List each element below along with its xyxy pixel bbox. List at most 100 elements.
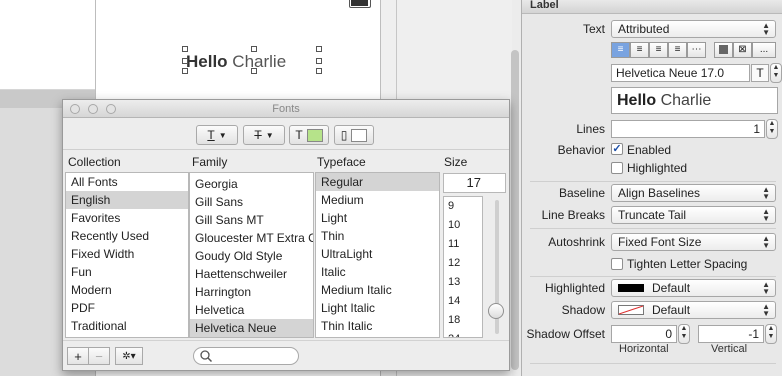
family-item[interactable]: Goudy Old Style: [190, 247, 313, 265]
size-item[interactable]: 9: [444, 197, 482, 216]
fonts-panel-titlebar[interactable]: Fonts: [63, 100, 509, 118]
tighten-spacing-checkbox[interactable]: [611, 258, 623, 270]
paragraph-color-button[interactable]: [714, 42, 733, 58]
typeface-item[interactable]: Regular: [316, 173, 439, 191]
family-list[interactable]: Georgia Gill Sans Gill Sans MT Gloucester M…: [189, 172, 314, 338]
resize-handle[interactable]: [182, 68, 188, 74]
size-item[interactable]: 13: [444, 273, 482, 292]
size-item[interactable]: 10: [444, 216, 482, 235]
collection-item[interactable]: Favorites: [66, 209, 188, 227]
line-breaks-popup[interactable]: Truncate Tail ▲ ▼: [611, 206, 776, 224]
resize-handle[interactable]: [251, 68, 257, 74]
resize-handle[interactable]: [251, 46, 257, 52]
size-field[interactable]: 17: [443, 173, 506, 193]
collection-item[interactable]: Fun: [66, 263, 188, 281]
family-item[interactable]: Helvetica: [190, 301, 313, 319]
shadow-horizontal-stepper[interactable]: ▲ ▼: [678, 324, 690, 344]
family-item[interactable]: Harrington: [190, 283, 313, 301]
gear-menu-button[interactable]: ✲▾: [115, 347, 143, 365]
shadow-vertical-stepper[interactable]: ▲ ▼: [765, 324, 777, 344]
typeface-header: Typeface: [317, 155, 366, 169]
typeface-item[interactable]: Italic: [316, 263, 439, 281]
resize-handle[interactable]: [316, 46, 322, 52]
popup-arrows-icon: ▲ ▼: [762, 234, 770, 250]
battery-icon: [349, 0, 371, 8]
align-justify-button[interactable]: ≡: [668, 42, 687, 58]
font-size-stepper[interactable]: ▲ ▼: [770, 63, 782, 83]
inspector-section-header[interactable]: Label: [522, 0, 782, 14]
size-slider-knob[interactable]: [488, 303, 504, 319]
selected-label[interactable]: Hello Charlie: [186, 52, 286, 72]
enabled-checkbox[interactable]: ✓: [611, 143, 623, 155]
family-item[interactable]: Gloucester MT Extra C: [190, 229, 313, 247]
size-item[interactable]: 18: [444, 311, 482, 330]
align-center-button[interactable]: ≡: [630, 42, 649, 58]
size-item[interactable]: 24: [444, 330, 482, 337]
lines-field[interactable]: 1: [611, 120, 765, 138]
canvas-scrollbar[interactable]: [511, 50, 519, 370]
typeface-item[interactable]: Medium Italic: [316, 281, 439, 299]
collection-list[interactable]: All Fonts English Favorites Recently Used Fi…: [65, 172, 189, 338]
resize-handle[interactable]: [182, 46, 188, 52]
autoshrink-popup[interactable]: Fixed Font Size ▲ ▼: [611, 233, 776, 251]
typeface-item[interactable]: Thin Italic: [316, 317, 439, 335]
collection-item[interactable]: Recently Used: [66, 227, 188, 245]
shadow-horizontal-field[interactable]: 0: [611, 325, 677, 343]
family-item[interactable]: Gill Sans MT: [190, 211, 313, 229]
resize-handle[interactable]: [316, 58, 322, 64]
divider: [530, 181, 776, 182]
strikethrough-menu-button[interactable]: T ▼: [243, 125, 285, 145]
text-color-button[interactable]: T: [289, 125, 329, 145]
highlighted-color-value: Default: [652, 281, 691, 295]
divider: [530, 363, 776, 364]
lines-stepper[interactable]: ▲ ▼: [766, 119, 778, 139]
highlight-color-button[interactable]: ⊠: [733, 42, 752, 58]
highlighted-color-popup[interactable]: Default ▲ ▼: [611, 279, 776, 297]
collection-item[interactable]: PDF: [66, 299, 188, 317]
preview-bold-text: Hello: [617, 92, 657, 109]
baseline-popup[interactable]: Align Baselines ▲ ▼: [611, 184, 776, 202]
size-item[interactable]: 12: [444, 254, 482, 273]
highlighted-checkbox[interactable]: [611, 162, 623, 174]
shadow-vertical-field[interactable]: -1: [698, 325, 764, 343]
resize-handle[interactable]: [182, 58, 188, 64]
align-left-button[interactable]: ≡: [611, 42, 630, 58]
size-item[interactable]: 14: [444, 292, 482, 311]
underline-menu-button[interactable]: T ▼: [196, 125, 238, 145]
typeface-item[interactable]: Medium: [316, 191, 439, 209]
collection-item[interactable]: All Fonts: [66, 173, 188, 191]
fonts-panel-title: Fonts: [272, 103, 300, 115]
collection-item[interactable]: English: [66, 191, 188, 209]
collection-item[interactable]: Fixed Width: [66, 245, 188, 263]
family-header: Family: [192, 155, 228, 169]
typeface-item[interactable]: UltraLight: [316, 245, 439, 263]
collection-item[interactable]: Traditional: [66, 317, 188, 335]
collection-item[interactable]: Modern: [66, 281, 188, 299]
size-item[interactable]: 11: [444, 235, 482, 254]
document-color-button[interactable]: ▯: [334, 125, 374, 145]
family-item[interactable]: Georgia: [190, 175, 313, 193]
shadow-color-popup[interactable]: Default ▲ ▼: [611, 301, 776, 319]
align-natural-button[interactable]: ⋯: [687, 42, 706, 58]
add-collection-button[interactable]: +: [67, 347, 89, 365]
family-item[interactable]: Gill Sans: [190, 193, 313, 211]
size-list[interactable]: 910111213141824: [443, 196, 483, 338]
typeface-list[interactable]: Regular Medium Light Thin UltraLight Italic Me…: [315, 172, 440, 338]
no-color-swatch-icon: [618, 305, 644, 315]
text-preview[interactable]: Hello Charlie: [611, 87, 778, 114]
typeface-item[interactable]: Light: [316, 209, 439, 227]
align-right-button[interactable]: ≡: [649, 42, 668, 58]
typeface-item[interactable]: Thin: [316, 227, 439, 245]
canvas-left-view: [0, 0, 95, 90]
typeface-item[interactable]: Light Italic: [316, 299, 439, 317]
font-search-field[interactable]: [193, 347, 299, 365]
resize-handle[interactable]: [316, 68, 322, 74]
preview-light-text: Charlie: [660, 92, 712, 109]
more-options-button[interactable]: ...: [752, 42, 776, 58]
text-type-popup[interactable]: Attributed ▲ ▼: [611, 20, 776, 38]
family-item[interactable]: Helvetica Neue: [190, 319, 313, 337]
font-picker-icon[interactable]: T: [751, 64, 769, 82]
remove-collection-button[interactable]: −: [88, 347, 110, 365]
font-field[interactable]: Helvetica Neue 17.0: [611, 64, 750, 82]
family-item[interactable]: Haettenschweiler: [190, 265, 313, 283]
